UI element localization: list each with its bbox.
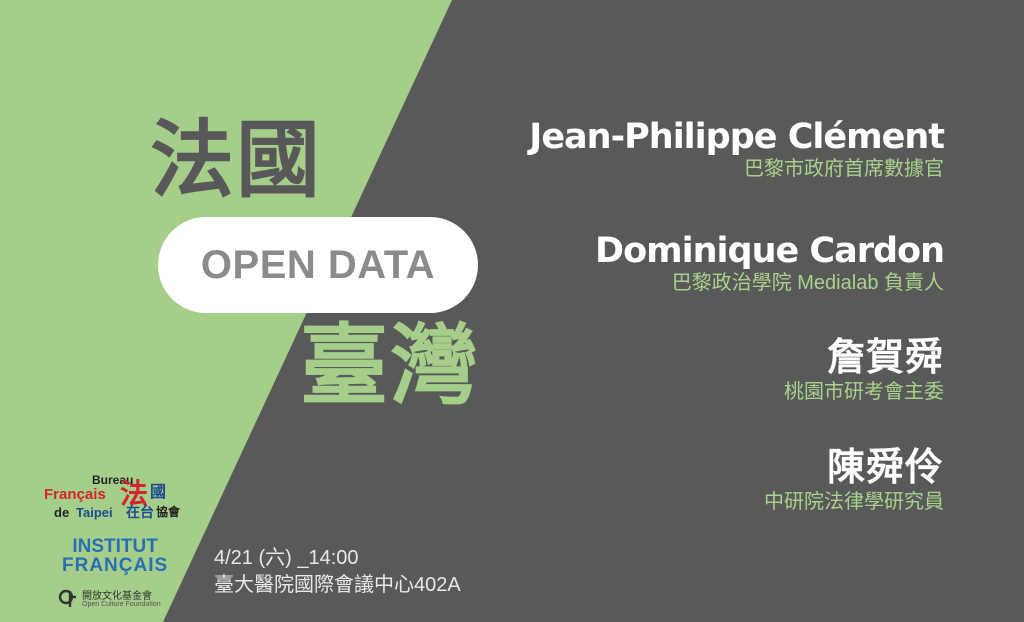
logo-text-xiehui: 協會 (156, 505, 181, 519)
speaker-name: 陳舜伶 (826, 445, 944, 489)
open-data-pill: OPEN DATA (158, 217, 478, 313)
speaker-3: 詹賀舜 桃園市研考會主委 (784, 338, 944, 402)
background (0, 0, 1024, 622)
speaker-2: Dominique Cardon 巴黎政治學院 Medialab 負責人 (595, 231, 945, 294)
institut-line-2: FRANÇAIS (62, 555, 169, 576)
institut-line-1: INSTITUT (72, 536, 158, 557)
ocf-name-zh: 開放文化基金會 (82, 591, 152, 602)
logo-text-guo: 國 (150, 482, 167, 501)
speaker-4: 陳舜伶 中研院法律學研究員 (764, 448, 944, 512)
speaker-role: 桃園市研考會主委 (784, 381, 944, 403)
event-venue: 臺大醫院國際會議中心402A (214, 574, 461, 596)
speaker-name: Jean-Philippe Clément (529, 117, 945, 157)
speaker-role: 巴黎政治學院 Medialab 負責人 (671, 272, 944, 294)
logo-text-taipei: Taipei (76, 505, 113, 520)
event-datetime: 4/21 (六) _14:00 (214, 547, 359, 569)
logo-text-zaitai: 在台 (126, 505, 154, 521)
ocf-logo-icon (58, 589, 76, 607)
speaker-role: 中研院法律學研究員 (764, 491, 944, 513)
logo-text-francais: Français (44, 486, 106, 503)
title-taiwan: 臺灣 (300, 314, 481, 417)
title-france: 法國 (150, 111, 323, 209)
speaker-name: 詹賀舜 (826, 335, 944, 379)
speaker-role: 巴黎市政府首席數據官 (744, 158, 944, 180)
open-data-label: OPEN DATA (200, 242, 436, 287)
ocf-name-en: Open Culture Foundation (82, 601, 161, 608)
event-slide: 法國 OPEN DATA 臺灣 Jean-Philippe Clément 巴黎… (0, 0, 1024, 622)
logo-text-fa: 法 (120, 477, 149, 510)
bureau-francais-logo: Bureau Français de Taipei 法 國 在台 協會 (44, 474, 204, 524)
event-info: 4/21 (六) _14:00 臺大醫院國際會議中心402A (214, 545, 461, 599)
institut-francais-logo: INSTITUT FRANÇAIS (62, 537, 168, 575)
speaker-1: Jean-Philippe Clément 巴黎市政府首席數據官 (529, 117, 945, 180)
speaker-name: Dominique Cardon (595, 231, 945, 271)
logo-text-de: de (54, 505, 70, 520)
